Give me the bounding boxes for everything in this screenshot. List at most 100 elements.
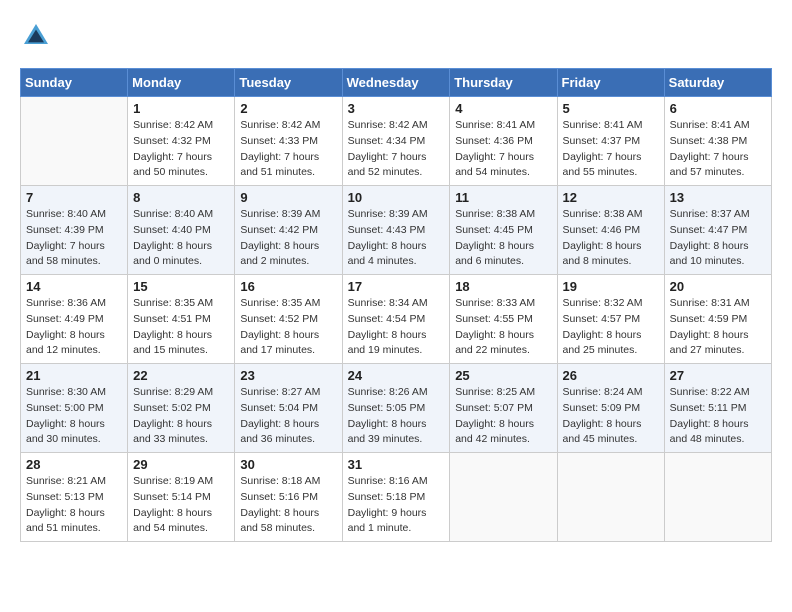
day-info: Sunrise: 8:35 AMSunset: 4:51 PMDaylight:…: [133, 296, 229, 359]
calendar-cell: 14 Sunrise: 8:36 AMSunset: 4:49 PMDaylig…: [21, 275, 128, 364]
calendar-cell: [21, 97, 128, 186]
day-number: 16: [240, 279, 336, 294]
day-info: Sunrise: 8:42 AMSunset: 4:32 PMDaylight:…: [133, 118, 229, 181]
day-info: Sunrise: 8:38 AMSunset: 4:46 PMDaylight:…: [563, 207, 659, 270]
day-info: Sunrise: 8:39 AMSunset: 4:42 PMDaylight:…: [240, 207, 336, 270]
day-info: Sunrise: 8:18 AMSunset: 5:16 PMDaylight:…: [240, 474, 336, 537]
day-info: Sunrise: 8:42 AMSunset: 4:34 PMDaylight:…: [348, 118, 445, 181]
weekday-header: Sunday: [21, 69, 128, 97]
calendar-cell: 25 Sunrise: 8:25 AMSunset: 5:07 PMDaylig…: [450, 364, 557, 453]
day-number: 27: [670, 368, 766, 383]
day-number: 18: [455, 279, 551, 294]
calendar-cell: 15 Sunrise: 8:35 AMSunset: 4:51 PMDaylig…: [128, 275, 235, 364]
day-number: 1: [133, 101, 229, 116]
calendar-cell: [664, 453, 771, 542]
day-number: 2: [240, 101, 336, 116]
day-number: 29: [133, 457, 229, 472]
calendar-cell: 10 Sunrise: 8:39 AMSunset: 4:43 PMDaylig…: [342, 186, 450, 275]
day-info: Sunrise: 8:35 AMSunset: 4:52 PMDaylight:…: [240, 296, 336, 359]
calendar-cell: 9 Sunrise: 8:39 AMSunset: 4:42 PMDayligh…: [235, 186, 342, 275]
day-number: 5: [563, 101, 659, 116]
calendar-week-row: 14 Sunrise: 8:36 AMSunset: 4:49 PMDaylig…: [21, 275, 772, 364]
weekday-header: Monday: [128, 69, 235, 97]
calendar-cell: 16 Sunrise: 8:35 AMSunset: 4:52 PMDaylig…: [235, 275, 342, 364]
calendar-cell: 12 Sunrise: 8:38 AMSunset: 4:46 PMDaylig…: [557, 186, 664, 275]
calendar-cell: 6 Sunrise: 8:41 AMSunset: 4:38 PMDayligh…: [664, 97, 771, 186]
calendar-cell: 1 Sunrise: 8:42 AMSunset: 4:32 PMDayligh…: [128, 97, 235, 186]
calendar-week-row: 1 Sunrise: 8:42 AMSunset: 4:32 PMDayligh…: [21, 97, 772, 186]
day-info: Sunrise: 8:31 AMSunset: 4:59 PMDaylight:…: [670, 296, 766, 359]
day-info: Sunrise: 8:36 AMSunset: 4:49 PMDaylight:…: [26, 296, 122, 359]
calendar-cell: 30 Sunrise: 8:18 AMSunset: 5:16 PMDaylig…: [235, 453, 342, 542]
calendar-cell: 28 Sunrise: 8:21 AMSunset: 5:13 PMDaylig…: [21, 453, 128, 542]
day-info: Sunrise: 8:42 AMSunset: 4:33 PMDaylight:…: [240, 118, 336, 181]
day-info: Sunrise: 8:41 AMSunset: 4:36 PMDaylight:…: [455, 118, 551, 181]
day-number: 21: [26, 368, 122, 383]
day-number: 15: [133, 279, 229, 294]
calendar-week-row: 7 Sunrise: 8:40 AMSunset: 4:39 PMDayligh…: [21, 186, 772, 275]
calendar-header-row: SundayMondayTuesdayWednesdayThursdayFrid…: [21, 69, 772, 97]
day-info: Sunrise: 8:24 AMSunset: 5:09 PMDaylight:…: [563, 385, 659, 448]
day-number: 3: [348, 101, 445, 116]
day-info: Sunrise: 8:32 AMSunset: 4:57 PMDaylight:…: [563, 296, 659, 359]
day-number: 9: [240, 190, 336, 205]
day-info: Sunrise: 8:40 AMSunset: 4:39 PMDaylight:…: [26, 207, 122, 270]
day-info: Sunrise: 8:38 AMSunset: 4:45 PMDaylight:…: [455, 207, 551, 270]
day-info: Sunrise: 8:41 AMSunset: 4:37 PMDaylight:…: [563, 118, 659, 181]
calendar-cell: 31 Sunrise: 8:16 AMSunset: 5:18 PMDaylig…: [342, 453, 450, 542]
calendar-cell: 11 Sunrise: 8:38 AMSunset: 4:45 PMDaylig…: [450, 186, 557, 275]
day-number: 24: [348, 368, 445, 383]
calendar-cell: 4 Sunrise: 8:41 AMSunset: 4:36 PMDayligh…: [450, 97, 557, 186]
calendar-week-row: 21 Sunrise: 8:30 AMSunset: 5:00 PMDaylig…: [21, 364, 772, 453]
calendar-cell: 27 Sunrise: 8:22 AMSunset: 5:11 PMDaylig…: [664, 364, 771, 453]
day-info: Sunrise: 8:26 AMSunset: 5:05 PMDaylight:…: [348, 385, 445, 448]
day-info: Sunrise: 8:22 AMSunset: 5:11 PMDaylight:…: [670, 385, 766, 448]
calendar-cell: 7 Sunrise: 8:40 AMSunset: 4:39 PMDayligh…: [21, 186, 128, 275]
calendar-cell: [557, 453, 664, 542]
calendar-table: SundayMondayTuesdayWednesdayThursdayFrid…: [20, 68, 772, 542]
calendar-cell: 23 Sunrise: 8:27 AMSunset: 5:04 PMDaylig…: [235, 364, 342, 453]
weekday-header: Thursday: [450, 69, 557, 97]
calendar-cell: 19 Sunrise: 8:32 AMSunset: 4:57 PMDaylig…: [557, 275, 664, 364]
day-number: 28: [26, 457, 122, 472]
calendar-cell: 8 Sunrise: 8:40 AMSunset: 4:40 PMDayligh…: [128, 186, 235, 275]
calendar-cell: 22 Sunrise: 8:29 AMSunset: 5:02 PMDaylig…: [128, 364, 235, 453]
day-number: 10: [348, 190, 445, 205]
calendar-cell: 3 Sunrise: 8:42 AMSunset: 4:34 PMDayligh…: [342, 97, 450, 186]
day-number: 25: [455, 368, 551, 383]
calendar-cell: 13 Sunrise: 8:37 AMSunset: 4:47 PMDaylig…: [664, 186, 771, 275]
calendar-cell: 21 Sunrise: 8:30 AMSunset: 5:00 PMDaylig…: [21, 364, 128, 453]
day-number: 4: [455, 101, 551, 116]
day-number: 23: [240, 368, 336, 383]
day-number: 7: [26, 190, 122, 205]
day-number: 31: [348, 457, 445, 472]
day-info: Sunrise: 8:34 AMSunset: 4:54 PMDaylight:…: [348, 296, 445, 359]
weekday-header: Friday: [557, 69, 664, 97]
day-number: 30: [240, 457, 336, 472]
day-info: Sunrise: 8:41 AMSunset: 4:38 PMDaylight:…: [670, 118, 766, 181]
calendar-cell: [450, 453, 557, 542]
day-info: Sunrise: 8:33 AMSunset: 4:55 PMDaylight:…: [455, 296, 551, 359]
day-number: 17: [348, 279, 445, 294]
logo-icon: [20, 20, 52, 52]
day-number: 26: [563, 368, 659, 383]
calendar-cell: 20 Sunrise: 8:31 AMSunset: 4:59 PMDaylig…: [664, 275, 771, 364]
calendar-cell: 17 Sunrise: 8:34 AMSunset: 4:54 PMDaylig…: [342, 275, 450, 364]
day-info: Sunrise: 8:21 AMSunset: 5:13 PMDaylight:…: [26, 474, 122, 537]
calendar-week-row: 28 Sunrise: 8:21 AMSunset: 5:13 PMDaylig…: [21, 453, 772, 542]
day-info: Sunrise: 8:25 AMSunset: 5:07 PMDaylight:…: [455, 385, 551, 448]
weekday-header: Saturday: [664, 69, 771, 97]
day-number: 19: [563, 279, 659, 294]
day-info: Sunrise: 8:37 AMSunset: 4:47 PMDaylight:…: [670, 207, 766, 270]
calendar-cell: 18 Sunrise: 8:33 AMSunset: 4:55 PMDaylig…: [450, 275, 557, 364]
day-number: 11: [455, 190, 551, 205]
calendar-cell: 24 Sunrise: 8:26 AMSunset: 5:05 PMDaylig…: [342, 364, 450, 453]
logo: [20, 20, 56, 52]
day-number: 8: [133, 190, 229, 205]
day-number: 14: [26, 279, 122, 294]
calendar-cell: 29 Sunrise: 8:19 AMSunset: 5:14 PMDaylig…: [128, 453, 235, 542]
day-info: Sunrise: 8:40 AMSunset: 4:40 PMDaylight:…: [133, 207, 229, 270]
day-info: Sunrise: 8:16 AMSunset: 5:18 PMDaylight:…: [348, 474, 445, 537]
weekday-header: Wednesday: [342, 69, 450, 97]
day-number: 13: [670, 190, 766, 205]
